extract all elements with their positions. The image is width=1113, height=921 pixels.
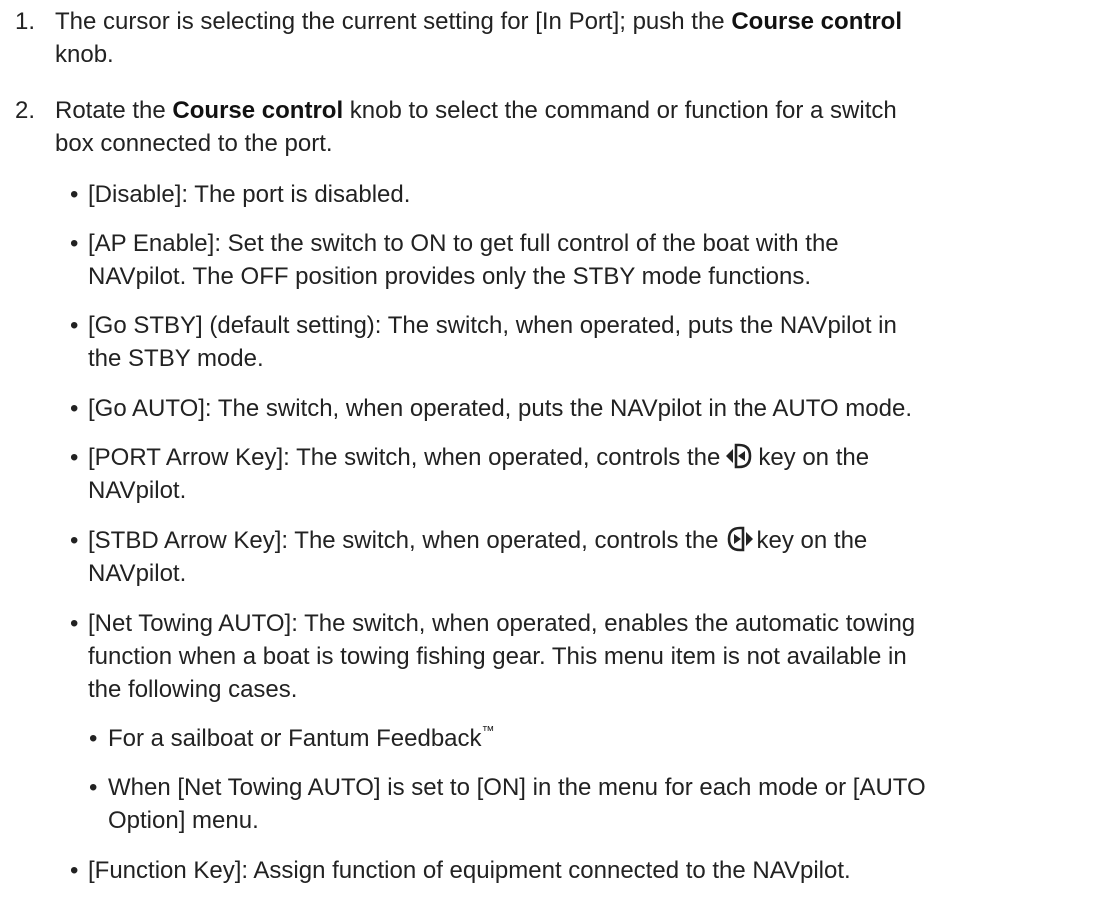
bullet-dot: • [70,610,79,637]
list-item-line: the STBY mode. [88,345,264,372]
bullet-dot: • [70,857,79,884]
bullet-dot: • [70,181,79,208]
bullet-dot: • [89,725,98,752]
list-item-line: key on the [758,444,870,471]
list-item-line: [STBD Arrow Key]: The switch, when opera… [88,527,719,554]
list-item-line: function when a boat is towing fishing g… [88,643,907,670]
step-text-post: knob. [55,41,114,68]
list-item-line: key on the [756,527,868,554]
list-item-line: When [Net Towing AUTO] is set to [ON] in… [108,774,926,801]
bullet-dot: • [70,527,79,554]
list-item-line: Option] menu. [108,807,259,834]
course-control-label: Course control [731,8,903,35]
bullet-dot: • [70,230,79,257]
list-item-line: [PORT Arrow Key]: The switch, when opera… [88,444,721,471]
bullet-dot: • [89,774,98,801]
list-item-text: For a sailboat or Fantum Feedback™ [108,722,1108,755]
list-item-text: [Go STBY] (default setting): The switch,… [88,309,1108,375]
list-item-text: [PORT Arrow Key]: The switch, when opera… [88,441,1108,507]
step-number: 1. [15,8,36,35]
step-text: Rotate the Course control knob to select… [55,94,1105,160]
step-number: 2. [15,97,36,124]
step-text: The cursor is selecting the current sett… [55,5,1105,71]
stbd-arrow-key-icon [727,526,753,552]
trademark-symbol: ™ [481,723,495,738]
list-item-line: NAVpilot. The OFF position provides only… [88,263,812,290]
step-text-pre: Rotate the [55,97,173,124]
bullet-dot: • [70,312,79,339]
list-item-line: [Net Towing AUTO]: The switch, when oper… [88,610,916,637]
course-control-label: Course control [172,97,344,124]
step-text-pre: The cursor is selecting the current sett… [55,8,732,35]
list-item-line: NAVpilot. [88,560,187,587]
list-item-text: When [Net Towing AUTO] is set to [ON] in… [108,771,1108,837]
list-item-text: [Function Key]: Assign function of equip… [88,857,851,884]
list-item-line: [AP Enable]: Set the switch to ON to get… [88,230,839,257]
manual-page: 1. The cursor is selecting the current s… [0,0,1113,921]
bullet-dot: • [70,395,79,422]
list-item-text: [Disable]: The port is disabled. [88,181,411,208]
list-item-line: the following cases. [88,676,298,703]
list-item-text: [STBD Arrow Key]: The switch, when opera… [88,524,1108,590]
list-item-line: NAVpilot. [88,477,187,504]
list-item-line: For a sailboat or Fantum Feedback [108,725,482,752]
list-item-text: [Go AUTO]: The switch, when operated, pu… [88,395,912,422]
list-item-text: [Net Towing AUTO]: The switch, when oper… [88,607,1108,706]
bullet-dot: • [70,444,79,471]
step-text-post-2: box connected to the port. [55,130,333,157]
list-item-line: [Go STBY] (default setting): The switch,… [88,312,897,339]
list-item-text: [AP Enable]: Set the switch to ON to get… [88,227,1108,293]
step-text-post: knob to select the command or function f… [343,97,897,124]
port-arrow-key-icon [726,443,752,469]
